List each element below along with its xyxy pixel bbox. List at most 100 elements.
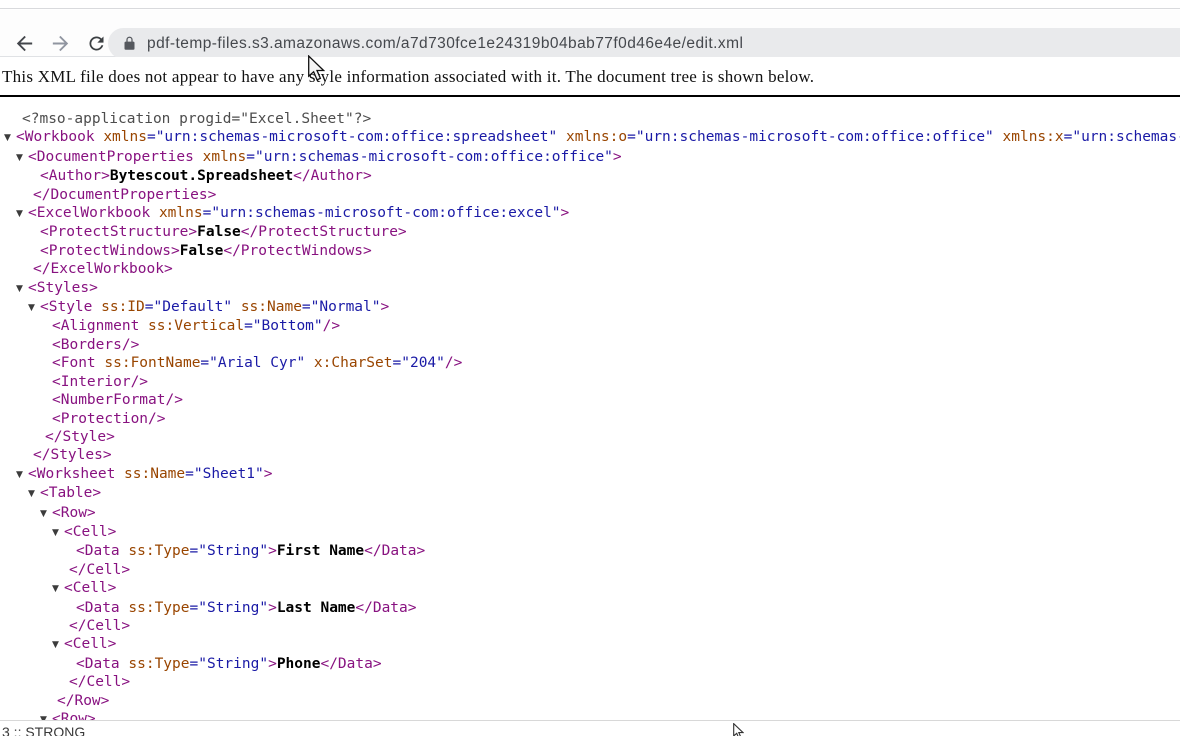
- xml-token-val: ="urn:schemas-micros: [1064, 129, 1180, 145]
- xml-token-tag: </Cell>: [69, 674, 130, 690]
- collapse-arrow-icon[interactable]: ▼: [16, 205, 28, 223]
- xml-line: </DocumentProperties>: [0, 186, 1180, 204]
- xml-token-tag: <Worksheet: [28, 466, 124, 482]
- reload-icon: [82, 33, 110, 54]
- xml-line: ▼<Worksheet ss:Name="Sheet1">: [0, 465, 1180, 484]
- xml-token-val: ="urn:schemas-microsoft-com:office:sprea…: [147, 129, 557, 145]
- xml-token-val: ="String": [190, 543, 269, 559]
- xml-token-val: ="Default": [145, 299, 232, 315]
- xml-token-tag: <Cell>: [64, 636, 116, 652]
- reload-button[interactable]: [82, 29, 110, 57]
- xml-token-tag: <Data: [76, 543, 128, 559]
- xml-token-tag: >: [268, 600, 277, 616]
- xml-token-val: ="204": [393, 355, 445, 371]
- xml-token-tag: <Font: [52, 355, 104, 371]
- xml-token-attr: xmlns:x: [1003, 129, 1064, 145]
- collapse-arrow-icon[interactable]: ▼: [16, 466, 28, 484]
- xml-token-attr: ss:FontName: [104, 355, 200, 371]
- footer-caption: 3 :: STRONG: [2, 724, 85, 736]
- xml-notice: This XML file does not appear to have an…: [0, 57, 1180, 97]
- xml-token-val: ="Normal": [302, 299, 381, 315]
- browser-toolbar: pdf-temp-files.s3.amazonaws.com/a7d730fc…: [0, 10, 1180, 57]
- xml-token-tag: <Row>: [52, 505, 96, 521]
- xml-line: ▼<Style ss:ID="Default" ss:Name="Normal"…: [0, 298, 1180, 317]
- collapse-arrow-icon[interactable]: ▼: [16, 149, 28, 167]
- xml-token-txt: First Name: [277, 543, 364, 559]
- xml-line: <Data ss:Type="String">Phone</Data>: [0, 655, 1180, 673]
- xml-token-tag: <Workbook: [16, 129, 103, 145]
- xml-line: <Protection/>: [0, 410, 1180, 428]
- xml-token-tag: <Interior/>: [52, 374, 148, 390]
- xml-token-attr: ss:Name: [124, 466, 185, 482]
- collapse-arrow-icon[interactable]: ▼: [28, 485, 40, 503]
- xml-token-tag: [994, 129, 1003, 145]
- collapse-arrow-icon[interactable]: ▼: [52, 636, 64, 654]
- xml-token-val: ="Bottom": [244, 318, 323, 334]
- window-top-strip: [0, 0, 1180, 9]
- xml-line: ▼<Cell>: [0, 523, 1180, 542]
- xml-line: ▼<Cell>: [0, 579, 1180, 598]
- xml-line: <ProtectStructure>False</ProtectStructur…: [0, 223, 1180, 241]
- xml-token-tag: <Author>: [40, 168, 110, 184]
- forward-icon: [46, 32, 74, 55]
- xml-line: </ExcelWorkbook>: [0, 260, 1180, 278]
- xml-line: ▼<Styles>: [0, 279, 1180, 298]
- xml-line: ▼<ExcelWorkbook xmlns="urn:schemas-micro…: [0, 204, 1180, 223]
- xml-token-attr: ss:Type: [128, 600, 189, 616]
- xml-line: <Data ss:Type="String">First Name</Data>: [0, 542, 1180, 560]
- xml-token-tag: </Author>: [293, 168, 372, 184]
- xml-line: <Borders/>: [0, 336, 1180, 354]
- collapse-arrow-icon[interactable]: ▼: [28, 299, 40, 317]
- xml-token-attr: xmlns: [103, 129, 147, 145]
- url-text[interactable]: pdf-temp-files.s3.amazonaws.com/a7d730fc…: [147, 35, 743, 53]
- xml-token-attr: ss:Type: [128, 543, 189, 559]
- collapse-arrow-icon[interactable]: ▼: [40, 505, 52, 523]
- xml-token-tag: <Data: [76, 656, 128, 672]
- xml-token-attr: x:CharSet: [314, 355, 393, 371]
- xml-token-attr: ss:Type: [128, 656, 189, 672]
- lock-icon[interactable]: [122, 36, 137, 51]
- xml-token-val: ="Sheet1": [185, 466, 264, 482]
- back-button[interactable]: [10, 29, 38, 57]
- xml-token-tag: >: [561, 205, 570, 221]
- xml-token-attr: xmlns: [159, 205, 203, 221]
- xml-token-tag: <Cell>: [64, 524, 116, 540]
- xml-token-attr: ss:Vertical: [148, 318, 244, 334]
- forward-button[interactable]: [46, 29, 74, 57]
- xml-token-tag: >: [268, 656, 277, 672]
- xml-line: </Styles>: [0, 446, 1180, 464]
- collapse-arrow-icon[interactable]: ▼: [16, 280, 28, 298]
- xml-token-pi: <?mso-application progid="Excel.Sheet"?>: [22, 111, 371, 127]
- xml-line: <ProtectWindows>False</ProtectWindows>: [0, 242, 1180, 260]
- back-icon: [10, 32, 38, 55]
- xml-line: <NumberFormat/>: [0, 391, 1180, 409]
- xml-line: <Alignment ss:Vertical="Bottom"/>: [0, 317, 1180, 335]
- xml-token-tag: </Cell>: [69, 562, 130, 578]
- xml-token-val: ="urn:schemas-microsoft-com:office:offic…: [246, 149, 613, 165]
- collapse-arrow-icon[interactable]: ▼: [40, 711, 52, 720]
- xml-token-tag: <ExcelWorkbook: [28, 205, 159, 221]
- xml-token-tag: />: [445, 355, 462, 371]
- xml-line: <Interior/>: [0, 373, 1180, 391]
- xml-token-tag: <Row>: [52, 711, 96, 720]
- url-bar[interactable]: pdf-temp-files.s3.amazonaws.com/a7d730fc…: [108, 28, 1180, 59]
- xml-token-txt: False: [197, 224, 241, 240]
- xml-token-txt: False: [180, 243, 224, 259]
- xml-line: </Cell>: [0, 617, 1180, 635]
- xml-token-tag: </ExcelWorkbook>: [33, 261, 173, 277]
- xml-token-txt: Last Name: [277, 600, 356, 616]
- xml-line: </Cell>: [0, 561, 1180, 579]
- xml-line: ▼<Row>: [0, 710, 1180, 720]
- xml-token-tag: <Style: [40, 299, 101, 315]
- xml-token-tag: />: [323, 318, 340, 334]
- xml-token-val: ="String": [190, 600, 269, 616]
- xml-line: ▼<DocumentProperties xmlns="urn:schemas-…: [0, 148, 1180, 167]
- collapse-arrow-icon[interactable]: ▼: [4, 129, 16, 147]
- collapse-arrow-icon[interactable]: ▼: [52, 580, 64, 598]
- xml-line: <?mso-application progid="Excel.Sheet"?>: [0, 110, 1180, 128]
- browser-window: pdf-temp-files.s3.amazonaws.com/a7d730fc…: [0, 0, 1180, 736]
- xml-token-attr: ss:ID: [101, 299, 145, 315]
- collapse-arrow-icon[interactable]: ▼: [52, 524, 64, 542]
- xml-token-tag: </Style>: [45, 429, 115, 445]
- xml-token-val: ="String": [190, 656, 269, 672]
